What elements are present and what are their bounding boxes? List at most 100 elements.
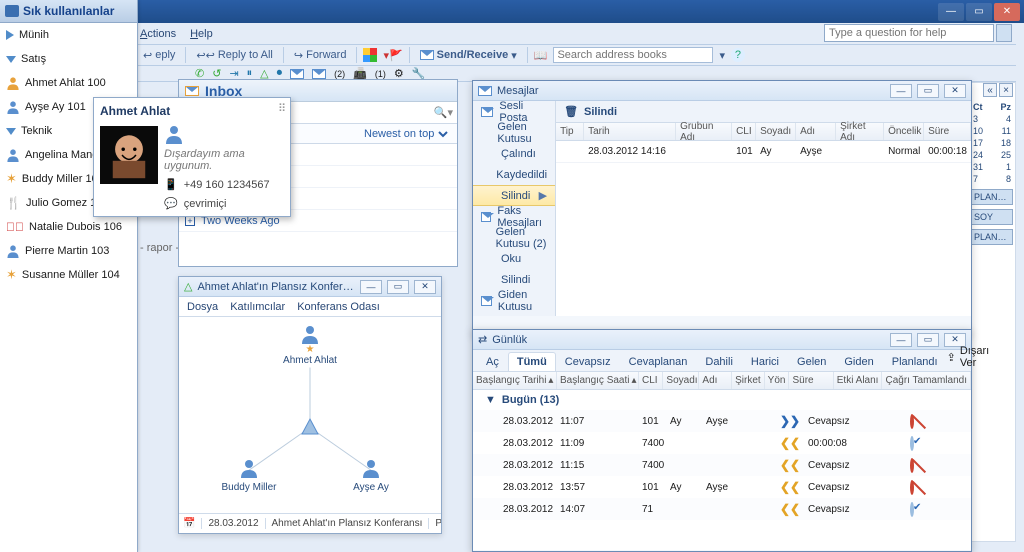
journal-row[interactable]: 28.03.201211:097400❮❮00:00:08	[473, 432, 971, 454]
sidebar-item[interactable]: Ahmet Ahlat 100	[0, 71, 137, 95]
sidebar-item-label: Susanne Müller 104	[22, 269, 120, 281]
journal-tab[interactable]: Harici	[742, 352, 788, 371]
journal-tab[interactable]: Dahili	[696, 352, 742, 371]
calendar-close[interactable]: ×	[999, 83, 1013, 97]
conference-canvas: ★ Ahmet Ahlat Buddy Miller Ayşe Ay	[179, 317, 441, 513]
messages-nav-item[interactable]: Çalındı	[473, 143, 555, 164]
reply-all-icon: ↩↩	[196, 49, 214, 62]
messages-nav-item[interactable]: Silindi▶	[473, 185, 555, 206]
direction-in-icon: ❮❮	[780, 480, 800, 494]
messages-nav-item[interactable]: Sesli Posta	[473, 101, 555, 122]
sidebar-item-label: Pierre Martin 103	[25, 245, 109, 257]
msg-min-button[interactable]: —	[890, 84, 912, 98]
journal-tab[interactable]: Planlandı	[883, 352, 947, 371]
card-name: Ahmet Ahlat	[100, 104, 284, 118]
envelope-icon	[481, 296, 492, 306]
conf-node[interactable]: Ayşe Ay	[341, 457, 401, 493]
menu-actions[interactable]: AActionsctions	[140, 28, 176, 40]
sidebar-item[interactable]: ✆⃠Natalie Dubois 106	[0, 215, 137, 239]
journal-tab[interactable]: Aç	[477, 352, 508, 371]
call-completed-icon[interactable]	[910, 436, 914, 451]
menu-help[interactable]: Help	[190, 28, 213, 40]
addressbook-icon[interactable]: 📖	[534, 49, 548, 62]
sidebar-item[interactable]: Satış	[0, 47, 137, 71]
messages-nav-item[interactable]: Oku	[473, 248, 555, 269]
journal-row[interactable]: 28.03.201211:157400❮❮Cevapsız	[473, 454, 971, 476]
reply-all-button[interactable]: ↩↩Reply to All	[192, 48, 276, 63]
messages-nav-item[interactable]: Giden Kutusu	[473, 290, 555, 311]
help-search-input[interactable]	[824, 24, 994, 42]
journal-tab[interactable]: Giden	[835, 352, 882, 371]
sidebar-item-label: Ayşe Ay 101	[25, 101, 86, 113]
messages-nav-item[interactable]: Kaydedildi	[473, 164, 555, 185]
journal-tab[interactable]: Cevaplanan	[620, 352, 697, 371]
msg-close-button[interactable]: ✕	[944, 84, 966, 98]
card-presence: çevrimiçi	[184, 198, 227, 210]
journal-row[interactable]: 28.03.201214:0771❮❮Cevapsız	[473, 498, 971, 520]
send-receive-button[interactable]: Send/Receive ▾	[416, 48, 521, 63]
maximize-button[interactable]: ▭	[966, 3, 992, 21]
conf-max-button[interactable]: ▭	[387, 280, 409, 294]
reply-button[interactable]: ↩eply	[139, 48, 179, 63]
mail-icon[interactable]	[312, 69, 326, 79]
call-missed-icon[interactable]	[910, 414, 914, 429]
journal-tabs: AçTümüCevapsızCevaplananDahiliHariciGele…	[473, 350, 971, 372]
conf-close-button[interactable]: ✕	[414, 280, 436, 294]
export-label[interactable]: Dışarı Ver	[960, 345, 989, 369]
flag-icon[interactable]: ▾🚩	[383, 49, 402, 62]
status-date-icon: 📅	[183, 518, 202, 529]
close-button[interactable]: ✕	[994, 3, 1020, 21]
help-dropdown[interactable]	[996, 24, 1012, 42]
journal-group-today[interactable]: ▼Bugün (13)	[473, 390, 971, 410]
jnl-max-button[interactable]: ▭	[917, 333, 939, 347]
away-icon: 🍴	[6, 196, 21, 210]
export-icon[interactable]: ⇪	[947, 351, 956, 364]
nav-item-label: Oku	[501, 253, 521, 265]
journal-tab[interactable]: Cevapsız	[556, 352, 620, 371]
call-missed-icon[interactable]	[910, 480, 914, 495]
messages-nav-item[interactable]: Silindi	[473, 269, 555, 290]
calendar-task[interactable]: SOY	[971, 209, 1013, 225]
conf-menu-participants[interactable]: Katılımcılar	[230, 301, 285, 313]
chevron-down-icon	[6, 56, 16, 63]
envelope-icon	[481, 107, 493, 117]
conf-min-button[interactable]: —	[360, 280, 382, 294]
message-row[interactable]: 28.03.2012 14:16 101 Ay Ayşe Normal 00:0…	[556, 141, 971, 163]
dnd-icon: ✆⃠	[6, 220, 24, 234]
person-icon	[6, 76, 20, 90]
journal-tab[interactable]: Gelen	[788, 352, 835, 371]
collapse-icon: ▼	[485, 394, 496, 406]
calendar-task[interactable]: PLANTISI idası; At	[971, 189, 1013, 205]
card-pin-icon[interactable]: ⠿	[278, 102, 286, 115]
messages-nav-item[interactable]: Faks Mesajları	[473, 206, 555, 227]
journal-row[interactable]: 28.03.201211:07101AyAyşe❯❯Cevapsız	[473, 410, 971, 432]
call-completed-icon[interactable]	[910, 502, 914, 517]
sort-select[interactable]: Newest on top	[360, 127, 451, 141]
conf-menu-file[interactable]: Dosya	[187, 301, 218, 313]
call-missed-icon[interactable]	[910, 458, 914, 473]
journal-row[interactable]: 28.03.201213:57101AyAyşe❮❮Cevapsız	[473, 476, 971, 498]
messages-nav-item[interactable]: Gelen Kutusu (2)	[473, 227, 555, 248]
avatar	[100, 126, 158, 184]
categories-icon[interactable]	[363, 48, 377, 62]
search-icon[interactable]: 🔍▾	[434, 106, 453, 119]
presence-icon: 💬	[164, 197, 178, 210]
messages-nav-item[interactable]: Gelen Kutusu	[473, 122, 555, 143]
journal-tab[interactable]: Tümü	[508, 352, 556, 371]
search-addressbook-input[interactable]	[553, 47, 713, 63]
conf-node[interactable]: Buddy Miller	[219, 457, 279, 493]
conf-menu-room[interactable]: Konferans Odası	[297, 301, 380, 313]
conf-node[interactable]: ★ Ahmet Ahlat	[280, 323, 340, 366]
jnl-min-button[interactable]: —	[890, 333, 912, 347]
calendar-task[interactable]: PLANTISI idası; At	[971, 229, 1013, 245]
sidebar-item[interactable]: ✶Susanne Müller 104	[0, 263, 137, 287]
help-icon[interactable]: ?	[731, 48, 745, 62]
sidebar-item[interactable]: Pierre Martin 103	[0, 239, 137, 263]
calendar-expand[interactable]: «	[983, 83, 997, 97]
minimize-button[interactable]: —	[938, 3, 964, 21]
msg-max-button[interactable]: ▭	[917, 84, 939, 98]
person-icon	[6, 100, 20, 114]
vm-icon[interactable]	[290, 69, 304, 79]
sidebar-item[interactable]: Münih	[0, 23, 137, 47]
forward-button[interactable]: ↪Forward	[290, 48, 351, 63]
